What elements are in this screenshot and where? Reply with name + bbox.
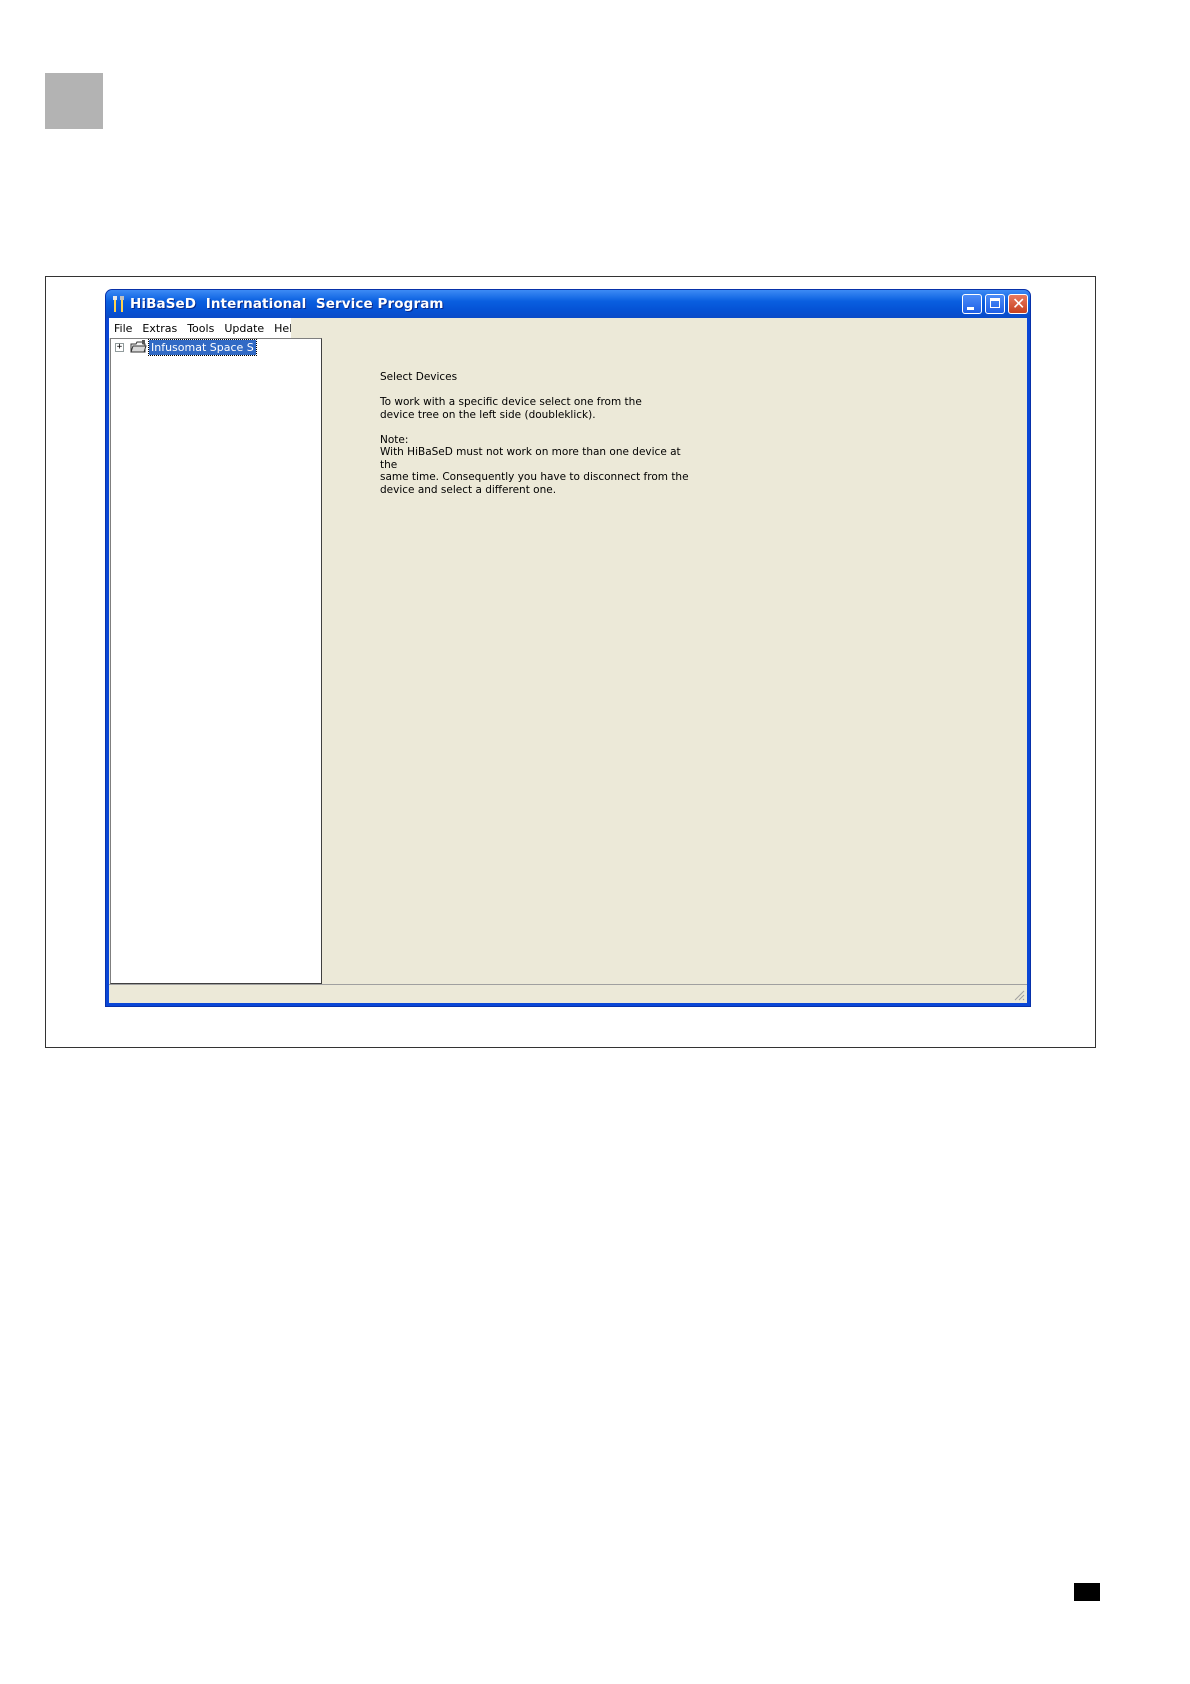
close-button[interactable]: ✕ <box>1008 294 1028 314</box>
note-line: same time. Consequently you have to disc… <box>380 471 689 483</box>
device-tree[interactable]: + Infusomat Space S <box>110 338 322 984</box>
menu-file[interactable]: File <box>109 322 137 335</box>
minimize-icon <box>967 307 974 310</box>
menu-bar: File Extras Tools Update Help <box>109 318 299 338</box>
tools-icon <box>113 296 124 312</box>
info-heading: Select Devices <box>380 371 458 383</box>
minimize-button[interactable] <box>962 294 982 314</box>
tree-item-infusomat[interactable]: Infusomat Space S <box>148 339 257 356</box>
info-line: device tree on the left side (doubleklic… <box>380 408 596 421</box>
expand-icon[interactable]: + <box>115 343 124 352</box>
page-marker <box>1074 1583 1100 1601</box>
note-line: device and select a different one. <box>380 483 557 496</box>
info-line: To work with a specific device select on… <box>380 396 642 408</box>
page-corner-block <box>45 73 103 129</box>
resize-grip-icon[interactable] <box>1013 989 1025 1001</box>
select-devices-info: Select Devices To work with a specific d… <box>380 371 700 496</box>
maximize-icon <box>990 298 1000 308</box>
device-folder-icon <box>130 340 147 353</box>
menu-update[interactable]: Update <box>219 322 269 335</box>
menu-extras[interactable]: Extras <box>137 322 182 335</box>
menu-bar-filler <box>291 318 1027 338</box>
app-window: HiBaSeD International Service Program ✕ … <box>105 289 1031 1007</box>
note-line: With HiBaSeD must not work on more than … <box>380 446 681 471</box>
title-bar[interactable]: HiBaSeD International Service Program ✕ <box>106 290 1030 318</box>
menu-tools[interactable]: Tools <box>182 322 219 335</box>
note-label: Note: <box>380 433 409 446</box>
close-icon: ✕ <box>1012 294 1026 313</box>
window-title: HiBaSeD International Service Program <box>130 296 444 312</box>
status-bar <box>109 984 1027 1003</box>
client-area: File Extras Tools Update Help + Infusoma… <box>109 318 1027 1003</box>
maximize-button[interactable] <box>985 294 1005 314</box>
